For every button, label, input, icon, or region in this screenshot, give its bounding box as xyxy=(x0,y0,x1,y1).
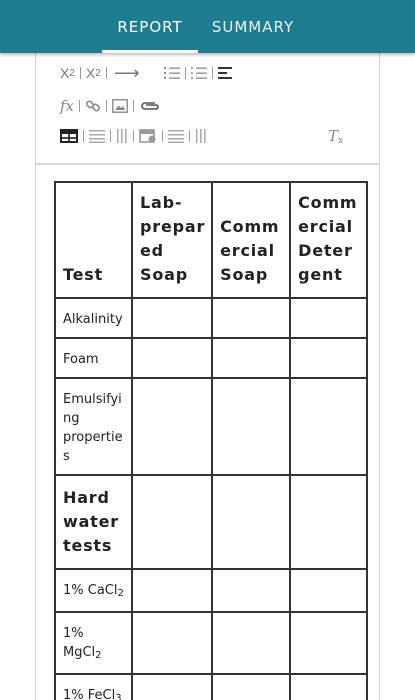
insert-row-above-icon[interactable] xyxy=(89,125,105,147)
table-cell[interactable] xyxy=(130,377,214,476)
toolbar-divider xyxy=(162,130,163,142)
clear-formatting-icon[interactable]: Tx xyxy=(328,127,343,146)
toolbar-divider xyxy=(184,67,186,79)
table-cell[interactable] xyxy=(211,611,292,675)
delete-column-icon[interactable] xyxy=(195,125,209,147)
table-row: 1% MgCl2 xyxy=(54,611,369,675)
table-header-cell[interactable]: Test xyxy=(54,181,133,299)
arrow-icon[interactable]: ⟶ xyxy=(112,62,142,84)
table-cell[interactable] xyxy=(211,337,292,379)
toolbar-divider xyxy=(211,67,213,79)
toolbar-divider xyxy=(79,100,81,112)
toolbar-row-3 xyxy=(60,124,209,148)
insert-column-icon[interactable] xyxy=(116,125,128,147)
table-cell[interactable] xyxy=(289,297,369,339)
image-icon[interactable] xyxy=(112,95,128,117)
subscript-icon[interactable]: X2 xyxy=(60,62,75,84)
table-cell[interactable] xyxy=(130,568,214,613)
table-cell[interactable] xyxy=(130,337,214,379)
toolbar-divider xyxy=(83,130,84,142)
table-cell-label[interactable]: Foam xyxy=(54,337,133,379)
link-icon[interactable] xyxy=(85,95,101,117)
editor-toolbar: X2 X2 ⟶ fx Tx xyxy=(36,53,379,165)
align-left-icon[interactable] xyxy=(217,62,232,84)
table-cell-label[interactable]: 1% MgCl2 xyxy=(54,611,133,675)
numbered-list-icon[interactable] xyxy=(163,62,180,84)
table-row: Hard water tests xyxy=(54,474,369,570)
table-header-cell[interactable]: Comm ercial Deter gent xyxy=(289,181,369,299)
table-cell[interactable] xyxy=(211,673,292,700)
table-row: 1% FeCl3 xyxy=(54,673,369,700)
table-header-cell[interactable]: Lab-prepar ed Soap xyxy=(130,181,214,299)
tab-report[interactable]: REPORT xyxy=(102,0,198,53)
toolbar-divider xyxy=(133,130,134,142)
table-header-cell[interactable]: Comm ercial Soap xyxy=(211,181,292,299)
table-cell[interactable] xyxy=(130,297,214,339)
table-row: Emulsifyi ng propertie s xyxy=(54,377,369,476)
table-cell[interactable] xyxy=(289,568,369,613)
table-header-row: Test Lab-prepar ed Soap Comm ercial Soap… xyxy=(54,181,369,299)
toolbar-divider xyxy=(189,130,190,142)
tab-summary[interactable]: SUMMARY xyxy=(200,0,306,53)
table-cell-label[interactable]: Alkalinity xyxy=(54,297,133,339)
table-cell[interactable] xyxy=(289,673,369,700)
toolbar-divider xyxy=(106,100,108,112)
table-row: Foam xyxy=(54,337,369,379)
app-bar: REPORT SUMMARY xyxy=(0,0,415,53)
formula-icon[interactable]: fx xyxy=(60,95,74,117)
table-cell-label[interactable]: 1% CaCl2 xyxy=(54,568,133,613)
active-tab-indicator xyxy=(102,50,198,53)
attachment-icon[interactable] xyxy=(139,95,161,117)
toolbar-divider xyxy=(133,100,135,112)
table-cell-label[interactable]: Emulsifyi ng propertie s xyxy=(54,377,133,476)
table-cell[interactable] xyxy=(289,474,369,570)
table-cell[interactable] xyxy=(211,297,292,339)
table-cell[interactable] xyxy=(211,568,292,613)
table-cell[interactable] xyxy=(130,673,214,700)
superscript-icon[interactable]: X2 xyxy=(86,62,101,84)
toolbar-row-1: X2 X2 ⟶ xyxy=(60,61,232,85)
table-row: 1% CaCl2 xyxy=(54,568,369,613)
toolbar-divider xyxy=(110,130,111,142)
table-cell-label[interactable]: Hard water tests xyxy=(54,474,133,570)
table-cell[interactable] xyxy=(130,611,214,675)
table-icon[interactable] xyxy=(60,125,78,147)
data-table: Test Lab-prepar ed Soap Comm ercial Soap… xyxy=(54,181,369,700)
delete-table-icon[interactable] xyxy=(139,125,157,147)
table-cell[interactable] xyxy=(289,337,369,379)
table-cell-label[interactable]: 1% FeCl3 xyxy=(54,673,133,700)
table-cell[interactable] xyxy=(289,377,369,476)
table-cell[interactable] xyxy=(289,611,369,675)
table-cell[interactable] xyxy=(130,474,214,570)
rich-text-editor: X2 X2 ⟶ fx Tx Test Lab-prepar ed Soap Co… xyxy=(35,53,380,700)
toolbar-divider xyxy=(79,67,81,79)
table-cell[interactable] xyxy=(211,377,292,476)
bulleted-list-icon[interactable] xyxy=(190,62,207,84)
delete-row-icon[interactable] xyxy=(168,125,184,147)
toolbar-row-2: fx xyxy=(60,94,161,118)
table-cell[interactable] xyxy=(211,474,292,570)
table-row: Alkalinity xyxy=(54,297,369,339)
toolbar-divider xyxy=(105,67,107,79)
